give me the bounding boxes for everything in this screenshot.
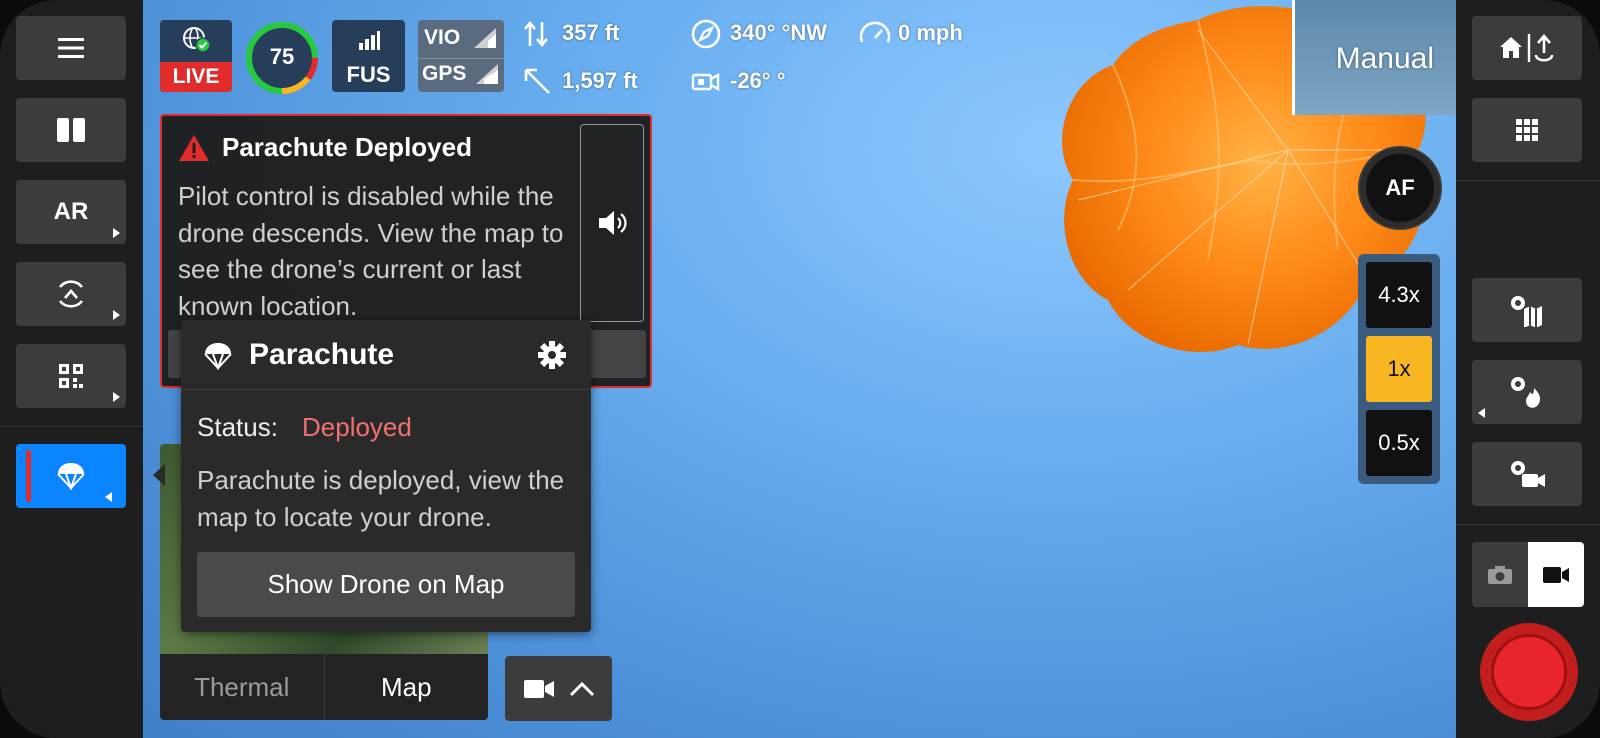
divider [418, 58, 504, 59]
parachute-panel-header: Parachute [181, 320, 591, 390]
grid-menu-button[interactable] [1472, 98, 1582, 162]
split-view-icon [57, 118, 85, 142]
thermal-settings-icon [1511, 377, 1541, 408]
live-badge: LIVE [160, 62, 232, 92]
status-label: Status: [197, 412, 278, 442]
ar-button[interactable]: AR [16, 180, 126, 244]
compass-icon [691, 19, 721, 49]
parachute-icon [57, 463, 85, 490]
tab-map[interactable]: Map [325, 654, 489, 720]
show-drone-on-map-button[interactable]: Show Drone on Map [197, 552, 575, 617]
battery-gauge[interactable]: 75 [244, 20, 320, 96]
popup-caret [153, 464, 165, 486]
record-indicator [1491, 634, 1567, 710]
parachute-icon [204, 343, 232, 370]
globe-check-icon [183, 27, 211, 53]
camera-settings-button[interactable] [1472, 442, 1582, 506]
split-view-button[interactable] [16, 98, 126, 162]
map-settings-icon [1511, 296, 1542, 327]
submenu-arrow-icon [113, 392, 120, 402]
menu-icon [58, 38, 84, 58]
submenu-arrow-icon [105, 492, 112, 502]
gimbal-pitch-icon [691, 72, 720, 92]
distance-value: 1,597 ft [562, 68, 638, 93]
vio-label: VIO [424, 26, 461, 49]
gimbal-pitch-value: -26° ° [730, 68, 786, 93]
submenu-arrow-icon [113, 228, 120, 238]
speedometer-icon [859, 21, 891, 43]
thermal-settings-button[interactable] [1472, 360, 1582, 424]
altitude-icon [524, 20, 548, 48]
record-button[interactable] [1480, 623, 1578, 721]
divider [1456, 524, 1600, 525]
signal-bars-icon [359, 31, 380, 50]
speaker-icon [599, 211, 627, 235]
submenu-arrow-icon [113, 310, 120, 320]
qr-code-icon [59, 364, 83, 388]
grid-icon [1516, 119, 1538, 141]
ar-label: AR [53, 198, 89, 225]
map-settings-button[interactable] [1472, 278, 1582, 342]
video-camera-icon [523, 679, 554, 698]
obstacle-avoidance-button[interactable] [16, 262, 126, 326]
return-home-icon [1500, 34, 1554, 62]
photo-mode-button[interactable] [1472, 542, 1528, 607]
parachute-button[interactable] [16, 444, 126, 508]
divider [1456, 180, 1600, 181]
menu-button[interactable] [16, 16, 126, 80]
distance-icon [524, 68, 550, 94]
chevron-up-icon [569, 681, 594, 696]
left-toolbar: AR [0, 0, 143, 738]
positioning-tile[interactable]: VIO GPS [418, 20, 504, 92]
parachute-panel: Parachute Status: Deployed Parachute is … [181, 320, 591, 632]
capture-mode-toggle [1472, 542, 1584, 607]
speed-value: 0 mph [898, 20, 963, 45]
battery-percent: 75 [269, 44, 295, 69]
status-value: Deployed [302, 412, 412, 442]
heading-value: 340° °NW [730, 20, 828, 45]
return-home-button[interactable] [1472, 16, 1582, 80]
fusion-label: FUS [346, 62, 391, 87]
gps-signal-icon [476, 64, 498, 84]
zoom-0-5x-button[interactable]: 0.5x [1366, 410, 1432, 476]
submenu-arrow-icon [1478, 408, 1485, 418]
vio-signal-icon [474, 28, 496, 48]
alert-title: Parachute Deployed [222, 132, 472, 162]
warning-icon [179, 135, 209, 161]
flight-mode-label: Manual [1335, 42, 1434, 75]
fusion-signal-tile[interactable]: FUS [332, 20, 405, 92]
qr-scan-button[interactable] [16, 344, 126, 408]
mini-view-tabs: Thermal Map [160, 654, 488, 720]
divider [0, 426, 143, 427]
zoom-4-3x-button[interactable]: 4.3x [1366, 262, 1432, 328]
autofocus-button[interactable]: AF [1360, 148, 1440, 228]
gps-label: GPS [422, 62, 467, 85]
obstacle-avoidance-icon [58, 280, 84, 308]
zoom-1x-button[interactable]: 1x [1366, 336, 1432, 402]
flight-mode-indicator[interactable]: Manual [1292, 0, 1456, 115]
app-window: AR LIVE 75 FUS VIO GPS 357 ft 1,597 ft 3… [0, 0, 1600, 738]
gear-icon[interactable] [537, 340, 567, 370]
alert-indicator [26, 450, 31, 502]
camera-source-toggle[interactable] [505, 656, 612, 721]
camera-settings-icon [1511, 461, 1545, 487]
mute-alert-button[interactable] [580, 124, 644, 322]
parachute-panel-title: Parachute [249, 338, 395, 371]
altitude-value: 357 ft [562, 20, 620, 45]
video-mode-button[interactable] [1528, 542, 1584, 607]
photo-camera-icon [1488, 565, 1512, 584]
zoom-selector: 4.3x 1x 0.5x [1358, 254, 1440, 484]
video-camera-icon [1543, 566, 1569, 583]
live-stream-tile[interactable]: LIVE [160, 20, 232, 92]
alert-message: Pilot control is disabled while the dron… [178, 181, 564, 321]
tab-thermal[interactable]: Thermal [160, 654, 325, 720]
parachute-description: Parachute is deployed, view the map to l… [197, 465, 565, 532]
